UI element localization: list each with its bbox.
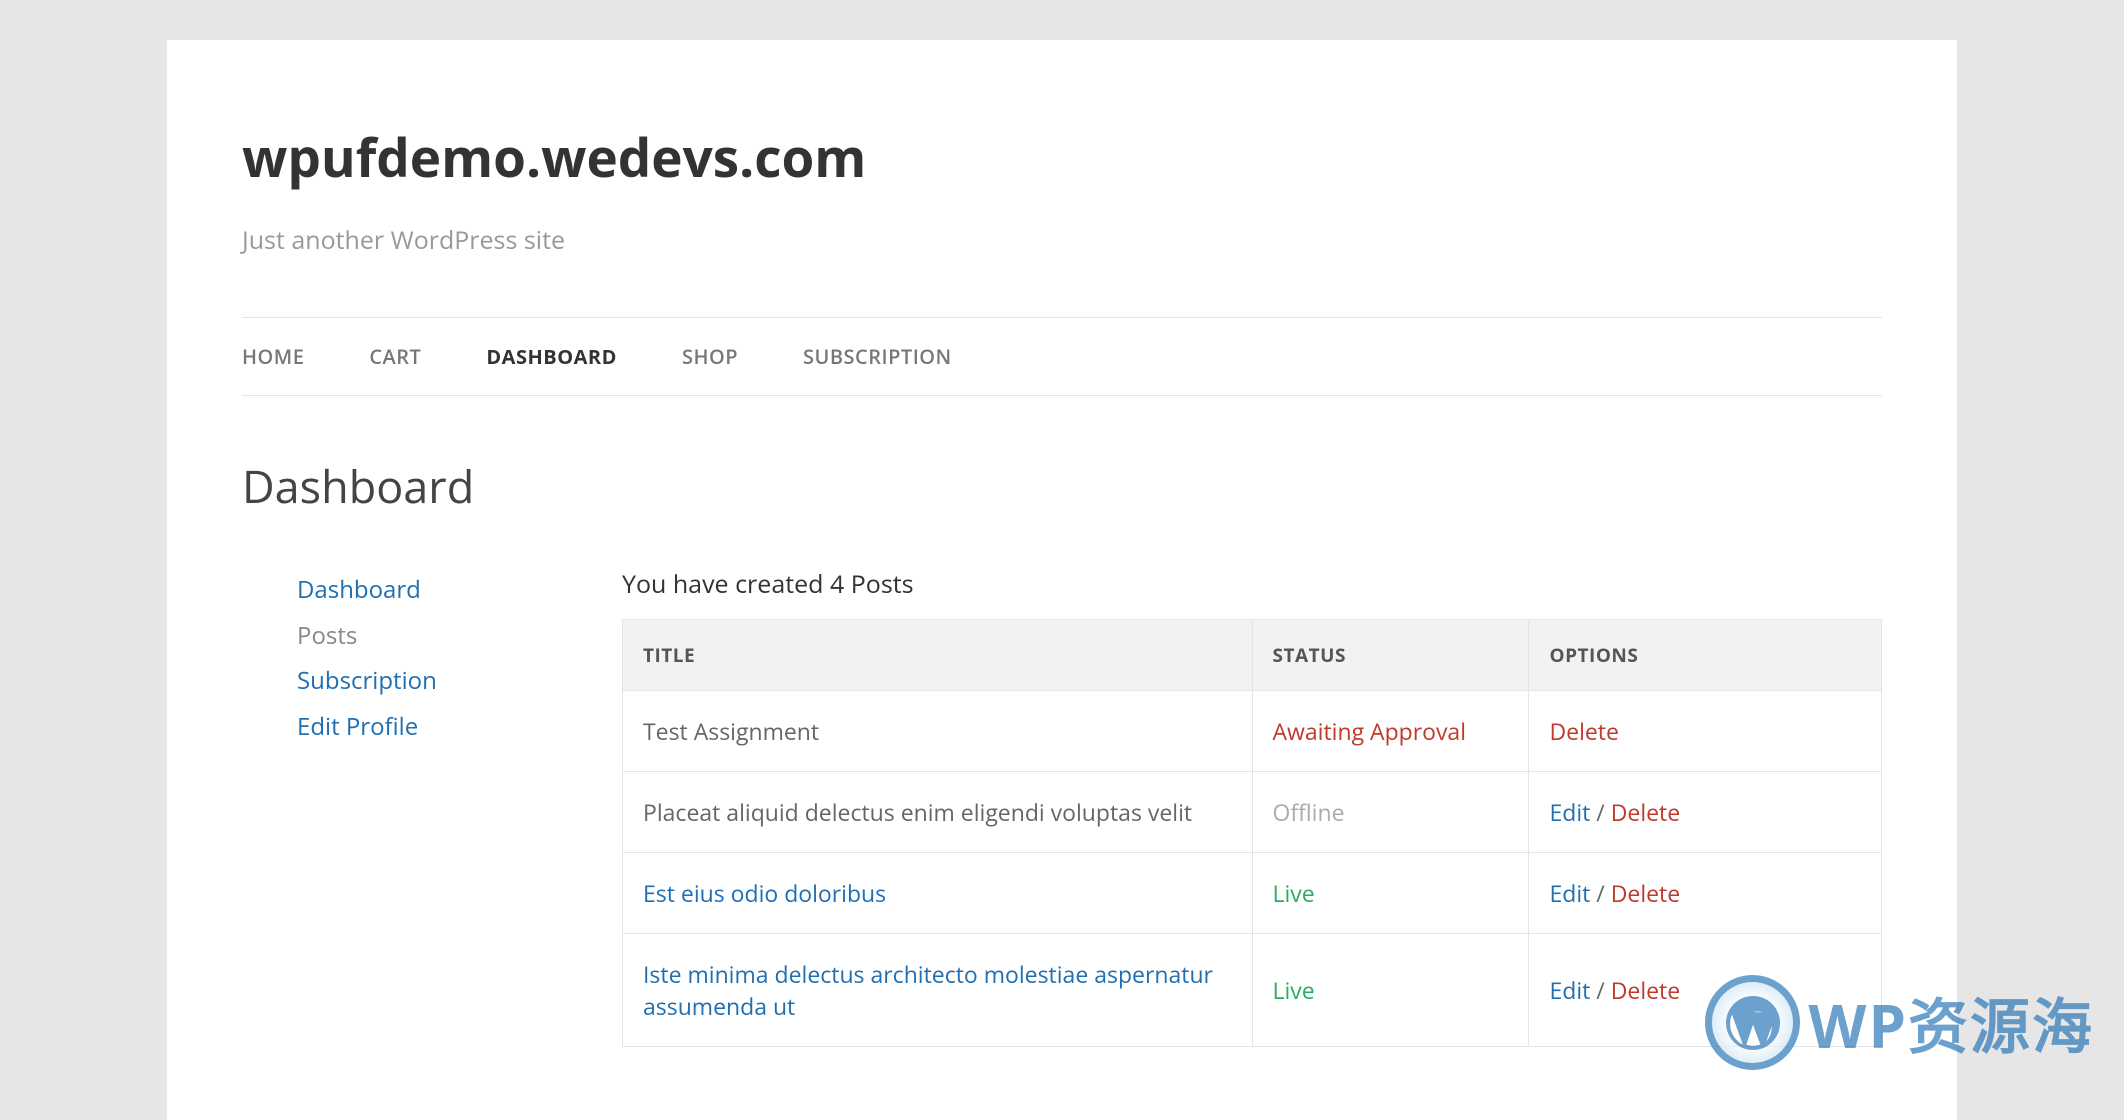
- col-options: OPTIONS: [1529, 620, 1882, 691]
- site-header: wpufdemo.wedevs.com Just another WordPre…: [167, 40, 1957, 287]
- table-row: Placeat aliquid delectus enim eligendi v…: [623, 772, 1882, 853]
- delete-link[interactable]: Delete: [1549, 715, 1618, 747]
- post-options: Edit / Delete: [1529, 853, 1882, 934]
- separator: /: [1590, 974, 1610, 1006]
- edit-link[interactable]: Edit: [1549, 877, 1590, 909]
- site-title[interactable]: wpufdemo.wedevs.com: [242, 120, 1882, 193]
- table-row: Est eius odio doloribusLiveEdit / Delete: [623, 853, 1882, 934]
- separator: /: [1590, 796, 1610, 828]
- posts-table: TITLE STATUS OPTIONS Test AssignmentAwai…: [622, 619, 1882, 1047]
- post-status: Live: [1252, 934, 1529, 1047]
- site-tagline: Just another WordPress site: [242, 223, 1882, 257]
- delete-link[interactable]: Delete: [1611, 796, 1680, 828]
- sidebar-item-edit-profile[interactable]: Edit Profile: [297, 704, 542, 750]
- edit-link[interactable]: Edit: [1549, 974, 1590, 1006]
- page-container: wpufdemo.wedevs.com Just another WordPre…: [167, 40, 1957, 1120]
- content-area: Dashboard DashboardPostsSubscriptionEdit…: [167, 396, 1957, 1107]
- main-panel: You have created 4 Posts TITLE STATUS OP…: [622, 567, 1882, 1047]
- post-title: Test Assignment: [623, 691, 1253, 772]
- post-title: Placeat aliquid delectus enim eligendi v…: [623, 772, 1253, 853]
- edit-link[interactable]: Edit: [1549, 796, 1590, 828]
- nav-item-cart[interactable]: CART: [369, 343, 421, 370]
- post-title[interactable]: Est eius odio doloribus: [623, 853, 1253, 934]
- table-header-row: TITLE STATUS OPTIONS: [623, 620, 1882, 691]
- layout-row: DashboardPostsSubscriptionEdit Profile Y…: [242, 567, 1882, 1047]
- post-options: Delete: [1529, 691, 1882, 772]
- post-title[interactable]: Iste minima delectus architecto molestia…: [623, 934, 1253, 1047]
- post-options: Edit / Delete: [1529, 934, 1882, 1047]
- table-row: Test AssignmentAwaiting Approval Delete: [623, 691, 1882, 772]
- delete-link[interactable]: Delete: [1611, 974, 1680, 1006]
- main-nav: HOME CART DASHBOARD SHOP SUBSCRIPTION: [242, 317, 1882, 396]
- nav-item-home[interactable]: HOME: [242, 343, 304, 370]
- sidebar-item-posts: Posts: [297, 613, 542, 659]
- post-status: Offline: [1252, 772, 1529, 853]
- nav-item-dashboard[interactable]: DASHBOARD: [486, 343, 617, 370]
- col-title: TITLE: [623, 620, 1253, 691]
- posts-summary: You have created 4 Posts: [622, 567, 1882, 601]
- page-title: Dashboard: [242, 456, 1882, 517]
- separator: /: [1590, 877, 1610, 909]
- col-status: STATUS: [1252, 620, 1529, 691]
- nav-item-subscription[interactable]: SUBSCRIPTION: [803, 343, 952, 370]
- dashboard-sidebar: DashboardPostsSubscriptionEdit Profile: [242, 567, 542, 1047]
- post-options: Edit / Delete: [1529, 772, 1882, 853]
- post-status: Live: [1252, 853, 1529, 934]
- delete-link[interactable]: Delete: [1611, 877, 1680, 909]
- sidebar-item-dashboard[interactable]: Dashboard: [297, 567, 542, 613]
- nav-item-shop[interactable]: SHOP: [682, 343, 738, 370]
- sidebar-item-subscription[interactable]: Subscription: [297, 658, 542, 704]
- table-row: Iste minima delectus architecto molestia…: [623, 934, 1882, 1047]
- post-status: Awaiting Approval: [1252, 691, 1529, 772]
